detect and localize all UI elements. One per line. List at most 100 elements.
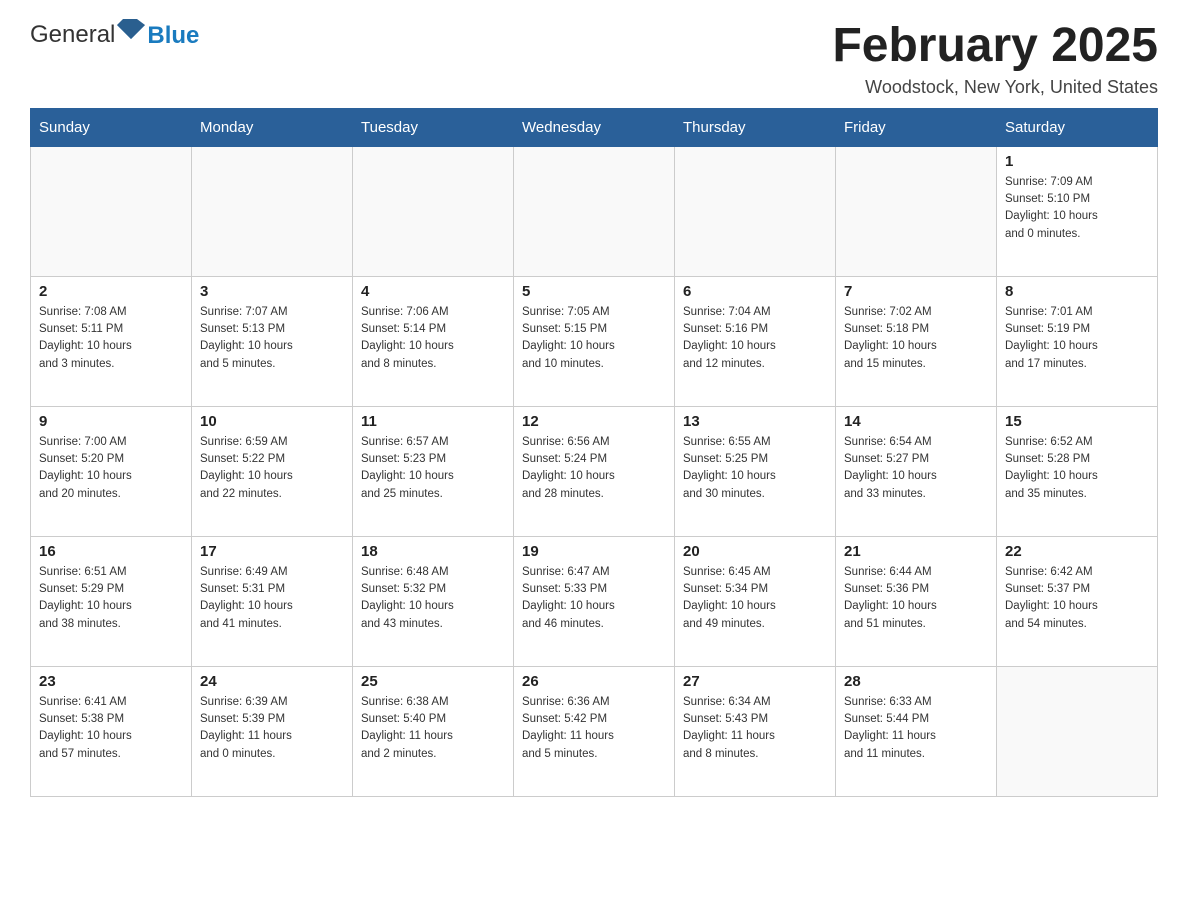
day-info: Sunrise: 7:02 AMSunset: 5:18 PMDaylight:… [844, 304, 988, 373]
day-info: Sunrise: 7:06 AMSunset: 5:14 PMDaylight:… [361, 304, 505, 373]
day-info: Sunrise: 6:36 AMSunset: 5:42 PMDaylight:… [522, 694, 666, 763]
day-number: 20 [683, 543, 827, 560]
day-number: 1 [1005, 153, 1149, 170]
day-info: Sunrise: 6:39 AMSunset: 5:39 PMDaylight:… [200, 694, 344, 763]
title-section: February 2025 Woodstock, New York, Unite… [832, 20, 1158, 98]
weekday-monday: Monday [192, 108, 353, 146]
calendar-cell: 23Sunrise: 6:41 AMSunset: 5:38 PMDayligh… [31, 666, 192, 796]
calendar-cell: 15 Sunrise: 6:52 AMSunset: 5:28 PMDayligh… [997, 406, 1158, 536]
calendar-cell [675, 146, 836, 276]
logo-general-text: General [30, 21, 115, 49]
day-number: 15 [1005, 413, 1149, 430]
calendar-cell: 12 Sunrise: 6:56 AMSunset: 5:24 PMDayligh… [514, 406, 675, 536]
day-info: Sunrise: 7:04 AMSunset: 5:16 PMDaylight:… [683, 304, 827, 373]
day-info: Sunrise: 7:01 AMSunset: 5:19 PMDaylight:… [1005, 304, 1149, 373]
day-info: Sunrise: 6:49 AMSunset: 5:31 PMDaylight:… [200, 564, 344, 633]
day-number: 3 [200, 283, 344, 300]
logo: General Blue [30, 20, 199, 50]
day-info: Sunrise: 6:57 AMSunset: 5:23 PMDaylight:… [361, 434, 505, 503]
calendar-cell: 1 Sunrise: 7:09 AMSunset: 5:10 PMDaylight… [997, 146, 1158, 276]
calendar-week-2: 2 Sunrise: 7:08 AMSunset: 5:11 PMDaylight… [31, 276, 1158, 406]
calendar-cell: 14 Sunrise: 6:54 AMSunset: 5:27 PMDayligh… [836, 406, 997, 536]
day-number: 21 [844, 543, 988, 560]
day-number: 5 [522, 283, 666, 300]
day-number: 2 [39, 283, 183, 300]
calendar-cell: 10 Sunrise: 6:59 AMSunset: 5:22 PMDayligh… [192, 406, 353, 536]
calendar-cell: 28 Sunrise: 6:33 AMSunset: 5:44 PMDayligh… [836, 666, 997, 796]
day-number: 6 [683, 283, 827, 300]
calendar-week-5: 23Sunrise: 6:41 AMSunset: 5:38 PMDayligh… [31, 666, 1158, 796]
day-number: 4 [361, 283, 505, 300]
day-info: Sunrise: 7:08 AMSunset: 5:11 PMDaylight:… [39, 304, 183, 373]
calendar-cell [514, 146, 675, 276]
calendar-cell: 4 Sunrise: 7:06 AMSunset: 5:14 PMDaylight… [353, 276, 514, 406]
calendar-cell: 21 Sunrise: 6:44 AMSunset: 5:36 PMDayligh… [836, 536, 997, 666]
day-info: Sunrise: 6:48 AMSunset: 5:32 PMDaylight:… [361, 564, 505, 633]
day-number: 24 [200, 673, 344, 690]
day-info: Sunrise: 6:55 AMSunset: 5:25 PMDaylight:… [683, 434, 827, 503]
day-number: 9 [39, 413, 183, 430]
calendar-cell: 16 Sunrise: 6:51 AMSunset: 5:29 PMDayligh… [31, 536, 192, 666]
calendar-week-3: 9 Sunrise: 7:00 AMSunset: 5:20 PMDaylight… [31, 406, 1158, 536]
calendar-table: SundayMondayTuesdayWednesdayThursdayFrid… [30, 108, 1158, 797]
day-number: 14 [844, 413, 988, 430]
day-info: Sunrise: 6:54 AMSunset: 5:27 PMDaylight:… [844, 434, 988, 503]
location-text: Woodstock, New York, United States [832, 77, 1158, 98]
day-number: 8 [1005, 283, 1149, 300]
weekday-wednesday: Wednesday [514, 108, 675, 146]
day-info: Sunrise: 7:00 AMSunset: 5:20 PMDaylight:… [39, 434, 183, 503]
weekday-friday: Friday [836, 108, 997, 146]
calendar-week-4: 16 Sunrise: 6:51 AMSunset: 5:29 PMDayligh… [31, 536, 1158, 666]
day-number: 17 [200, 543, 344, 560]
day-number: 12 [522, 413, 666, 430]
calendar-cell [836, 146, 997, 276]
day-number: 23 [39, 673, 183, 690]
logo-icon [117, 19, 145, 47]
weekday-saturday: Saturday [997, 108, 1158, 146]
weekday-thursday: Thursday [675, 108, 836, 146]
calendar-cell: 3 Sunrise: 7:07 AMSunset: 5:13 PMDaylight… [192, 276, 353, 406]
calendar-cell: 11Sunrise: 6:57 AMSunset: 5:23 PMDayligh… [353, 406, 514, 536]
calendar-cell: 5 Sunrise: 7:05 AMSunset: 5:15 PMDaylight… [514, 276, 675, 406]
month-title: February 2025 [832, 20, 1158, 73]
day-info: Sunrise: 6:34 AMSunset: 5:43 PMDaylight:… [683, 694, 827, 763]
day-info: Sunrise: 6:44 AMSunset: 5:36 PMDaylight:… [844, 564, 988, 633]
calendar-cell: 9 Sunrise: 7:00 AMSunset: 5:20 PMDaylight… [31, 406, 192, 536]
day-info: Sunrise: 7:05 AMSunset: 5:15 PMDaylight:… [522, 304, 666, 373]
day-info: Sunrise: 6:33 AMSunset: 5:44 PMDaylight:… [844, 694, 988, 763]
day-number: 16 [39, 543, 183, 560]
day-number: 7 [844, 283, 988, 300]
day-info: Sunrise: 7:07 AMSunset: 5:13 PMDaylight:… [200, 304, 344, 373]
calendar-cell [31, 146, 192, 276]
day-number: 25 [361, 673, 505, 690]
day-number: 26 [522, 673, 666, 690]
day-number: 27 [683, 673, 827, 690]
calendar-cell: 8 Sunrise: 7:01 AMSunset: 5:19 PMDaylight… [997, 276, 1158, 406]
weekday-sunday: Sunday [31, 108, 192, 146]
day-info: Sunrise: 6:51 AMSunset: 5:29 PMDaylight:… [39, 564, 183, 633]
calendar-cell: 26 Sunrise: 6:36 AMSunset: 5:42 PMDayligh… [514, 666, 675, 796]
calendar-cell: 22Sunrise: 6:42 AMSunset: 5:37 PMDayligh… [997, 536, 1158, 666]
day-info: Sunrise: 6:56 AMSunset: 5:24 PMDaylight:… [522, 434, 666, 503]
calendar-cell: 13 Sunrise: 6:55 AMSunset: 5:25 PMDayligh… [675, 406, 836, 536]
calendar-cell: 6 Sunrise: 7:04 AMSunset: 5:16 PMDaylight… [675, 276, 836, 406]
calendar-cell: 2 Sunrise: 7:08 AMSunset: 5:11 PMDaylight… [31, 276, 192, 406]
day-info: Sunrise: 6:47 AMSunset: 5:33 PMDaylight:… [522, 564, 666, 633]
day-info: Sunrise: 7:09 AMSunset: 5:10 PMDaylight:… [1005, 174, 1149, 243]
day-info: Sunrise: 6:59 AMSunset: 5:22 PMDaylight:… [200, 434, 344, 503]
calendar-cell [997, 666, 1158, 796]
calendar-cell: 17 Sunrise: 6:49 AMSunset: 5:31 PMDayligh… [192, 536, 353, 666]
calendar-cell: 7 Sunrise: 7:02 AMSunset: 5:18 PMDaylight… [836, 276, 997, 406]
day-number: 22 [1005, 543, 1149, 560]
calendar-cell: 20Sunrise: 6:45 AMSunset: 5:34 PMDayligh… [675, 536, 836, 666]
calendar-cell [192, 146, 353, 276]
calendar-cell: 18 Sunrise: 6:48 AMSunset: 5:32 PMDayligh… [353, 536, 514, 666]
day-number: 18 [361, 543, 505, 560]
calendar-week-1: 1 Sunrise: 7:09 AMSunset: 5:10 PMDaylight… [31, 146, 1158, 276]
day-number: 28 [844, 673, 988, 690]
day-info: Sunrise: 6:52 AMSunset: 5:28 PMDaylight:… [1005, 434, 1149, 503]
day-number: 19 [522, 543, 666, 560]
day-number: 13 [683, 413, 827, 430]
day-number: 10 [200, 413, 344, 430]
logo-blue-text: Blue [147, 22, 199, 50]
